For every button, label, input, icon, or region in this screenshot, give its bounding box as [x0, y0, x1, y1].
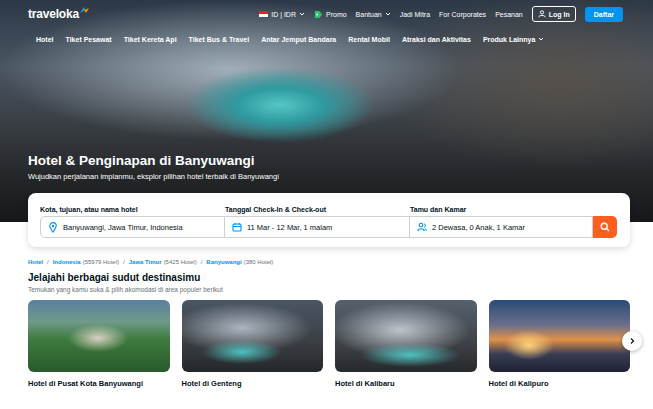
traveloka-logo[interactable]: traveloka — [28, 7, 89, 21]
field-label: Tamu dan Kamar — [410, 206, 593, 213]
nav-item[interactable]: Tiket Bus & Travel — [189, 36, 250, 43]
destination-caption: Hotel di Pusat Kota Banyuwangi — [28, 379, 170, 388]
chevron-down-icon — [299, 11, 305, 17]
chevron-down-icon — [538, 36, 544, 42]
destination-card[interactable]: Hotel di Pusat Kota Banyuwangi — [28, 300, 170, 388]
nav-item-label: Tiket Pesawat — [66, 36, 112, 43]
destination-caption: Hotel di Genteng — [182, 379, 324, 388]
header-link[interactable]: Pesanan — [495, 11, 523, 18]
nav-item[interactable]: Produk Lainnya — [483, 36, 545, 43]
destination-photo — [28, 300, 170, 372]
nav-item-label: Produk Lainnya — [483, 36, 536, 43]
nav-item[interactable]: Atraksi dan Aktivitas — [402, 36, 471, 43]
nav-item-label: Hotel — [36, 36, 54, 43]
destination-photo — [335, 300, 477, 372]
nav-item-label: Tiket Bus & Travel — [189, 36, 250, 43]
breadcrumb-link: Jawa Timur — [129, 259, 162, 265]
locale-selector[interactable]: ID | IDR — [259, 11, 305, 18]
hero-title: Hotel & Penginapan di Banyuwangi — [28, 153, 625, 169]
header-link-label: Bantuan — [356, 11, 382, 18]
search-button[interactable] — [593, 216, 617, 238]
destination-card[interactable]: Hotel di Kalibaru — [335, 300, 477, 388]
field-label: Tanggal Check-In & Check-out — [225, 206, 410, 213]
nav-item[interactable]: Antar Jemput Bandara — [261, 36, 336, 43]
header-link[interactable]: Promo — [314, 10, 347, 19]
destination-photo — [182, 300, 324, 372]
breadcrumb-link: Banyuwangi — [206, 259, 241, 265]
search-icon — [600, 222, 610, 232]
calendar-icon — [232, 222, 242, 232]
destination-cards: Hotel di Pusat Kota Banyuwangi Hotel di G… — [28, 300, 630, 388]
login-label: Log In — [549, 11, 570, 18]
next-button[interactable] — [622, 331, 642, 351]
breadcrumb-count: (380 Hotel) — [244, 259, 274, 265]
header-link[interactable]: Bantuan — [356, 11, 391, 18]
promo-tag-icon — [314, 10, 323, 19]
destination-caption: Hotel di Kalipuro — [489, 379, 631, 388]
login-button[interactable]: Log In — [532, 6, 576, 22]
indonesia-flag-icon — [259, 11, 268, 17]
logo-text: traveloka — [28, 7, 79, 21]
section-title: Jelajahi berbagai sudut destinasimu — [28, 272, 630, 284]
breadcrumb-separator: / — [47, 259, 49, 265]
register-button[interactable]: Daftar — [585, 7, 623, 22]
destination-card[interactable]: Hotel di Genteng — [182, 300, 324, 388]
search-field-value: Banyuwangi, Jawa Timur, Indonesia — [63, 223, 183, 232]
breadcrumb-count: (5425 Hotel) — [164, 259, 197, 265]
hero-banner: traveloka ID | IDR Promo Bantuan Jadi Mitra F… — [0, 0, 653, 222]
section-subtitle: Temukan yang kamu suka & pilih akomodasi… — [28, 286, 630, 294]
hero-subtitle: Wujudkan perjalanan impianmu, eksplor pi… — [28, 172, 625, 181]
top-links: ID | IDR Promo Bantuan Jadi Mitra For Corpor… — [259, 6, 623, 22]
search-field-value: 2 Dewasa, 0 Anak, 1 Kamar — [432, 223, 525, 232]
breadcrumb-count: (55979 Hotel) — [83, 259, 119, 265]
breadcrumb-item[interactable]: Indonesia(55979 Hotel) — [53, 259, 119, 265]
content: Hotel/Indonesia(55979 Hotel)/Jawa Timur(… — [0, 247, 653, 388]
nav-item-label: Antar Jemput Bandara — [261, 36, 336, 43]
breadcrumb-item[interactable]: Jawa Timur(5425 Hotel) — [129, 259, 197, 265]
header-link[interactable]: Jadi Mitra — [400, 11, 430, 18]
nav-item[interactable]: Tiket Pesawat — [66, 36, 112, 43]
search-field[interactable]: 11 Mar - 12 Mar, 1 malam — [225, 216, 410, 238]
nav-item[interactable]: Hotel — [36, 36, 54, 43]
nav-item[interactable]: Rental Mobil — [348, 36, 390, 43]
product-nav: Hotel Tiket Pesawat Tiket Kereta Api Tiket … — [0, 25, 653, 48]
breadcrumb-item[interactable]: Hotel — [28, 259, 43, 265]
search-card: Kota, tujuan, atau nama hotelTanggal Che… — [28, 193, 630, 247]
header-link-label: For Corporates — [439, 11, 486, 18]
search-field[interactable]: Banyuwangi, Jawa Timur, Indonesia — [40, 216, 225, 238]
breadcrumb: Hotel/Indonesia(55979 Hotel)/Jawa Timur(… — [28, 259, 630, 265]
field-label: Kota, tujuan, atau nama hotel — [40, 206, 225, 213]
search-field[interactable]: 2 Dewasa, 0 Anak, 1 Kamar — [410, 216, 593, 238]
breadcrumb-link: Indonesia — [53, 259, 81, 265]
destination-caption: Hotel di Kalibaru — [335, 379, 477, 388]
destination-photo — [489, 300, 631, 372]
top-bar: traveloka ID | IDR Promo Bantuan Jadi Mitra F… — [0, 0, 653, 25]
breadcrumb-separator: / — [123, 259, 125, 265]
nav-item-label: Rental Mobil — [348, 36, 390, 43]
breadcrumb-link: Hotel — [28, 259, 43, 265]
page: traveloka ID | IDR Promo Bantuan Jadi Mitra F… — [0, 0, 653, 409]
nav-item-label: Atraksi dan Aktivitas — [402, 36, 471, 43]
nav-item-label: Tiket Kereta Api — [124, 36, 177, 43]
chevron-down-icon — [385, 11, 391, 17]
header-link[interactable]: For Corporates — [439, 11, 486, 18]
header-link-label: Pesanan — [495, 11, 523, 18]
header-link-label: Jadi Mitra — [400, 11, 430, 18]
location-pin-icon — [48, 222, 58, 233]
guests-icon — [417, 222, 427, 232]
destination-card[interactable]: Hotel di Kalipuro — [489, 300, 631, 388]
header-link-label: Promo — [326, 11, 347, 18]
search-field-value: 11 Mar - 12 Mar, 1 malam — [247, 223, 332, 232]
chevron-right-icon — [628, 337, 636, 345]
breadcrumb-item[interactable]: Banyuwangi(380 Hotel) — [206, 259, 273, 265]
bird-icon — [80, 7, 89, 14]
nav-item[interactable]: Tiket Kereta Api — [124, 36, 177, 43]
user-icon — [538, 10, 546, 18]
locale-label: ID | IDR — [271, 11, 296, 18]
breadcrumb-separator: / — [201, 259, 203, 265]
